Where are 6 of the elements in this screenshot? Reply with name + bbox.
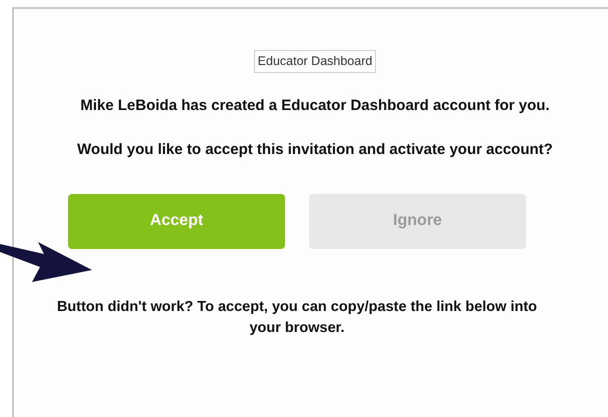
logo: Educator Dashboard: [254, 50, 376, 73]
invitation-question: Would you like to accept this invitation and activate your account?: [76, 140, 554, 160]
invitation-message: Mike LeBoida has created a Educator Dashboard account for you.: [79, 96, 551, 116]
accept-button[interactable]: Accept: [68, 194, 285, 249]
ignore-button[interactable]: Ignore: [309, 194, 526, 249]
fallback-instructions: Button didn't work? To accept, you can copy/paste the link below into your browser.: [56, 298, 538, 338]
